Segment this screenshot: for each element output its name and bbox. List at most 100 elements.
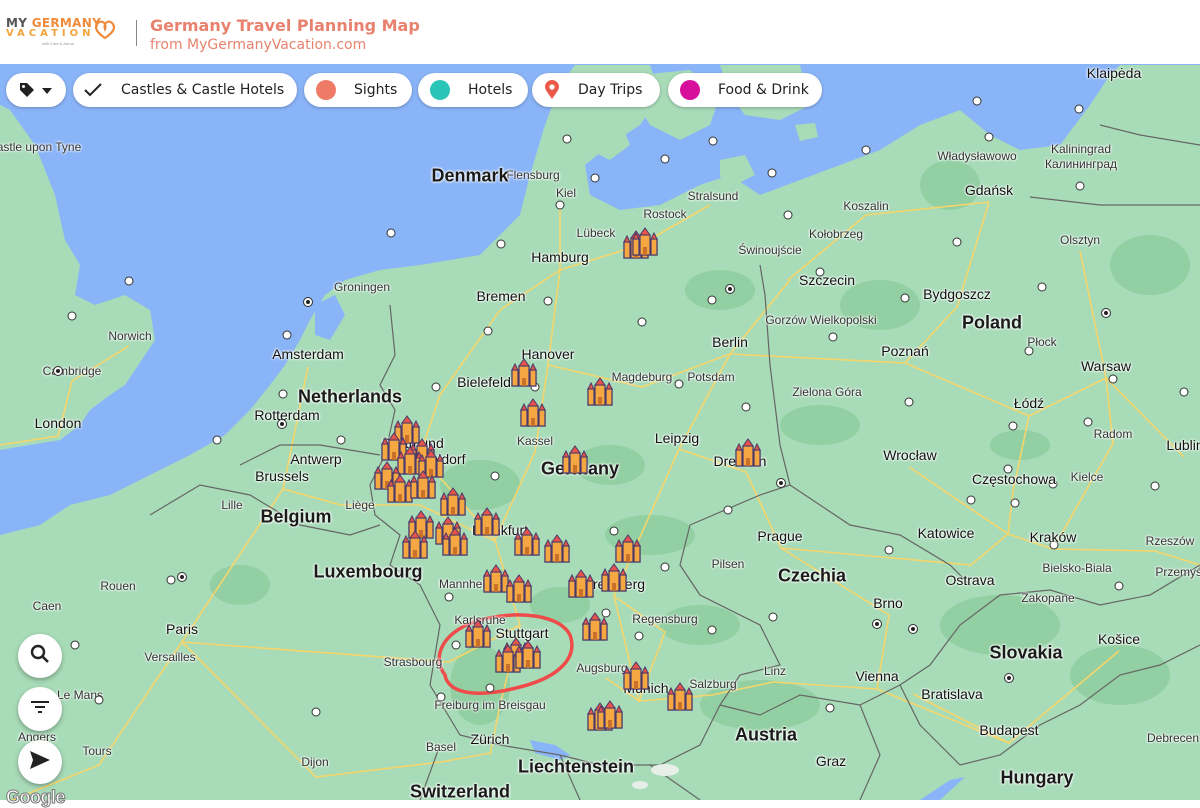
map-subtitle[interactable]: from MyGermanyVacation.com xyxy=(150,37,366,53)
castle-marker[interactable] xyxy=(401,530,429,560)
filter-chip-food-drink[interactable]: Food & Drink xyxy=(668,73,822,107)
castle-marker[interactable] xyxy=(409,470,437,500)
city-label: Łódź xyxy=(1013,395,1045,411)
castle-icon xyxy=(465,619,491,648)
castle-marker[interactable] xyxy=(567,569,595,599)
city-label: Bielefeld xyxy=(457,374,511,390)
city-marker xyxy=(490,471,500,481)
city-marker xyxy=(496,239,506,249)
city-label: Norwich xyxy=(108,329,152,343)
castle-marker[interactable] xyxy=(666,682,694,712)
city-label: Budapest xyxy=(979,722,1039,738)
filter-chip-hotels[interactable]: Hotels xyxy=(418,73,528,107)
castle-marker[interactable] xyxy=(586,377,614,407)
city-label: Rotterdam xyxy=(254,407,320,423)
castle-marker[interactable] xyxy=(581,612,609,642)
google-attribution: Google xyxy=(6,787,67,808)
city-marker xyxy=(277,419,287,429)
filter-chip-sights[interactable]: Sights xyxy=(304,73,412,107)
city-marker xyxy=(1083,417,1093,427)
city-marker xyxy=(674,379,684,389)
city-label: Kassel xyxy=(516,434,554,448)
castle-marker[interactable] xyxy=(514,640,542,670)
city-marker xyxy=(1004,673,1014,683)
castle-marker[interactable] xyxy=(543,534,571,564)
city-marker xyxy=(1010,498,1020,508)
city-label: Liège xyxy=(345,498,375,512)
city-marker xyxy=(1074,104,1084,114)
castle-marker[interactable] xyxy=(596,700,624,730)
castle-marker[interactable] xyxy=(519,398,547,428)
country-label: Austria xyxy=(734,724,798,745)
castle-icon xyxy=(511,358,537,387)
city-label: Gorzów Wielkopolski xyxy=(765,313,877,327)
city-label: Augsburg xyxy=(576,661,628,675)
city-marker xyxy=(972,96,982,106)
country-label: Belgium xyxy=(260,506,332,527)
castle-icon xyxy=(506,574,532,603)
city-label: Lublin xyxy=(1166,437,1200,453)
castle-marker[interactable] xyxy=(439,487,467,517)
city-label: Dijon xyxy=(301,755,329,769)
castle-icon xyxy=(667,682,693,711)
filter-icon xyxy=(30,700,50,719)
city-label: Rostock xyxy=(643,207,687,221)
city-label: Zürich xyxy=(470,731,510,747)
city-label: Salzburg xyxy=(689,677,737,691)
city-marker xyxy=(311,707,321,717)
filter-chip-castles[interactable]: Castles & Castle Hotels xyxy=(73,73,297,107)
pretzel-icon xyxy=(94,20,116,40)
search-button[interactable] xyxy=(18,634,62,678)
city-marker xyxy=(212,435,222,445)
filter-chip-day-trips[interactable]: Day Trips xyxy=(532,73,660,107)
castle-icon xyxy=(615,534,641,563)
castle-marker[interactable] xyxy=(473,507,501,537)
city-label: Bremen xyxy=(476,288,526,304)
city-label: Versailles xyxy=(144,650,196,664)
castle-marker[interactable] xyxy=(631,227,659,257)
castle-marker[interactable] xyxy=(561,445,589,475)
filter-chip-label: Hotels xyxy=(468,82,513,98)
castle-icon xyxy=(587,377,613,406)
city-marker xyxy=(53,366,63,376)
site-logo[interactable]: MY GERMANY VACATION with Cate & Aaron xyxy=(6,16,118,46)
city-marker xyxy=(872,619,882,629)
city-marker xyxy=(884,545,894,555)
filter-button[interactable] xyxy=(18,687,62,731)
castle-marker[interactable] xyxy=(464,619,492,649)
castle-marker[interactable] xyxy=(622,661,650,691)
city-label: Antwerp xyxy=(290,451,342,467)
city-marker xyxy=(725,284,735,294)
city-label: Zakopane xyxy=(1021,591,1075,605)
castle-marker[interactable] xyxy=(505,574,533,604)
castle-marker[interactable] xyxy=(441,527,469,557)
city-label: Kaliningrad xyxy=(1050,142,1112,156)
map-canvas[interactable]: Amsterdam Rotterdam Antwerp Brussels Lille Li… xyxy=(0,65,1200,800)
country-label: Netherlands xyxy=(297,386,403,407)
castle-marker[interactable] xyxy=(734,438,762,468)
city-marker xyxy=(1179,387,1189,397)
city-label: Wrocław xyxy=(883,447,937,463)
city-marker xyxy=(767,168,777,178)
city-marker xyxy=(815,267,825,277)
castle-icon xyxy=(562,445,588,474)
directions-button[interactable] xyxy=(18,740,62,784)
city-label: Linz xyxy=(763,664,787,678)
sights-color-dot xyxy=(316,80,336,100)
food-drink-color-dot xyxy=(680,80,700,100)
city-marker xyxy=(1101,308,1111,318)
city-marker xyxy=(303,297,313,307)
tag-menu-button[interactable] xyxy=(6,73,66,107)
logo-text-vacation: VACATION xyxy=(6,28,95,39)
castle-icon xyxy=(514,527,540,556)
castle-marker[interactable] xyxy=(513,527,541,557)
chevron-down-icon xyxy=(42,82,52,98)
castle-marker[interactable] xyxy=(600,563,628,593)
city-marker xyxy=(637,317,647,327)
castle-marker[interactable] xyxy=(614,534,642,564)
castle-marker[interactable] xyxy=(510,358,538,388)
search-icon xyxy=(29,643,51,670)
city-label: Kołobrzeg xyxy=(808,227,864,241)
city-marker xyxy=(70,640,80,650)
city-label: Košice xyxy=(1097,631,1141,647)
